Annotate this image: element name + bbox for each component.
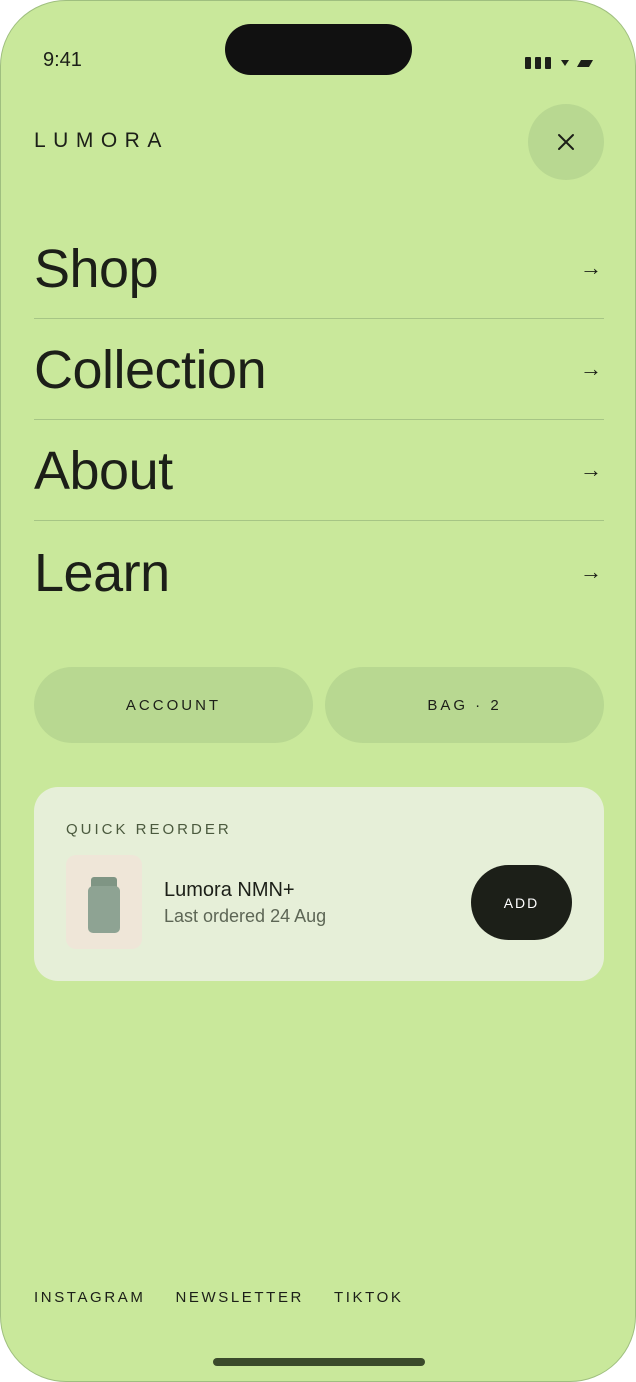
arrow-right-icon: → [580,255,602,280]
newsletter-link[interactable]: NEWSLETTER [175,1289,304,1306]
bottle-body [88,886,120,933]
nav-item-label: About [34,441,173,501]
main-nav: Shop → Collection → About → Learn → [34,218,604,622]
close-menu-button[interactable] [528,104,604,180]
status-time: 9:41 [43,49,82,71]
account-button[interactable]: ACCOUNT [34,667,313,743]
dynamic-island [225,24,412,75]
product-thumbnail [66,855,142,949]
status-icons [525,57,594,69]
phone-screen: 9:41 LUMORA Shop → Collection → About → … [0,0,636,1382]
arrow-right-icon: → [580,558,602,584]
nav-item-label: Collection [34,340,267,400]
close-icon [558,134,574,150]
arrow-right-icon: → [580,457,602,482]
nav-item-shop[interactable]: Shop → [34,218,604,319]
bag-button[interactable]: BAG · 2 [325,667,604,743]
home-indicator[interactable] [213,1358,425,1366]
footer-links: INSTAGRAM NEWSLETTER TIKTOK [34,1289,403,1306]
product-name: Lumora NMN+ [164,879,295,901]
nav-item-label: Learn [34,542,170,603]
instagram-link[interactable]: INSTAGRAM [34,1289,145,1306]
signal-icon [525,57,551,69]
nav-item-label: Shop [34,239,159,299]
brand-logo: LUMORA [34,129,169,152]
quick-reorder-card: QUICK REORDER Lumora NMN+ Last ordered 2… [34,787,604,981]
wifi-icon [561,60,569,66]
nav-item-learn[interactable]: Learn → [34,521,604,622]
tiktok-link[interactable]: TIKTOK [334,1289,404,1306]
last-ordered-text: Last ordered 24 Aug [164,906,327,926]
arrow-right-icon: → [580,356,602,381]
nav-item-about[interactable]: About → [34,420,604,521]
battery-icon [576,60,594,67]
nav-item-collection[interactable]: Collection → [34,319,604,420]
card-heading: QUICK REORDER [66,821,232,838]
add-to-bag-button[interactable]: ADD [471,865,572,940]
